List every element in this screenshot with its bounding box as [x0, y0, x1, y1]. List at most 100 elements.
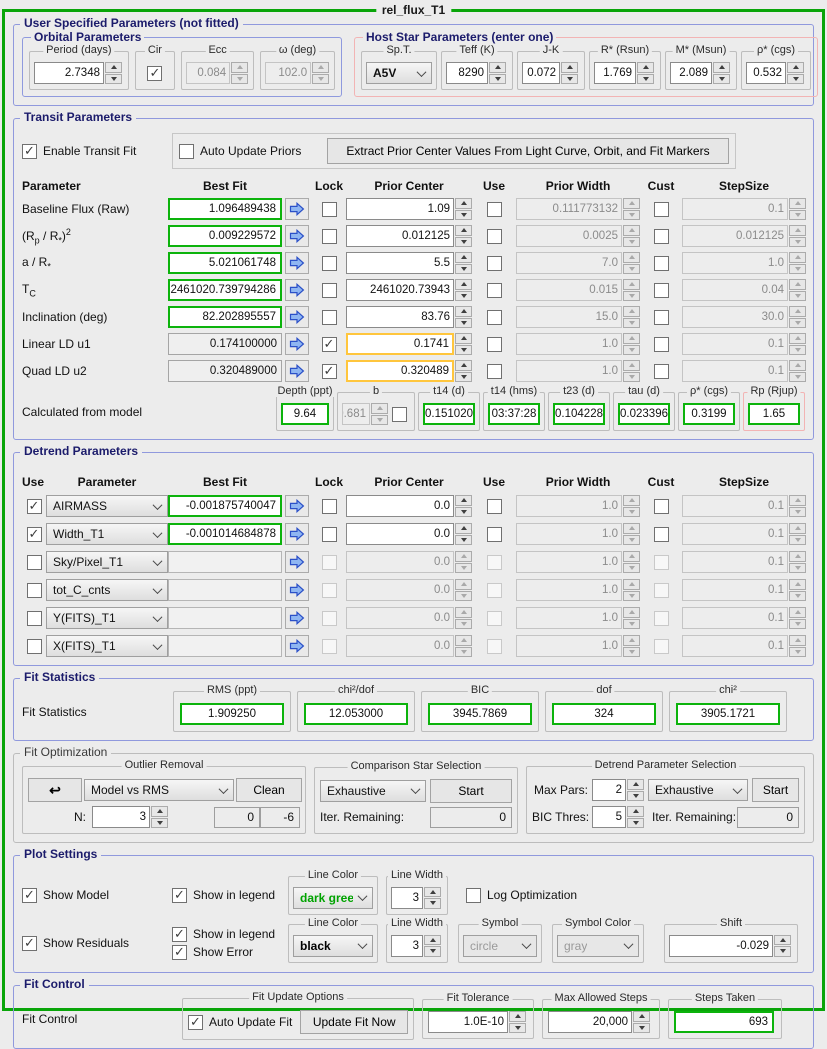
spinner-up-button[interactable]	[455, 252, 472, 263]
transfer-value-button[interactable]	[285, 225, 309, 247]
spinner-down-button[interactable]	[455, 263, 472, 274]
prior-center-spinner[interactable]: 0.320489	[346, 360, 472, 382]
transfer-value-button[interactable]	[285, 360, 309, 382]
spinner-down-button[interactable]	[455, 317, 472, 328]
jk-spinner-value[interactable]: 0.072	[522, 62, 560, 84]
detrend-parameter-dropdown[interactable]: Y(FITS)_T1	[46, 607, 168, 629]
model-line-color-dropdown[interactable]: dark green	[293, 886, 373, 909]
period-days-spinner[interactable]: 2.7348	[34, 62, 122, 84]
lock-checkbox[interactable]	[321, 282, 337, 298]
spinner-down-button[interactable]	[627, 817, 644, 828]
use-prior-checkbox[interactable]	[486, 363, 502, 379]
cust-stepsize-checkbox[interactable]	[653, 282, 669, 298]
n-sigma-spinner[interactable]: 3	[92, 806, 168, 828]
transfer-value-button[interactable]	[285, 306, 309, 328]
prior-center-spinner[interactable]: 0.012125	[346, 225, 472, 247]
use-prior-checkbox[interactable]	[486, 282, 502, 298]
use-prior-checkbox[interactable]	[486, 498, 502, 514]
spinner-down-button[interactable]	[455, 371, 472, 382]
prior-center-spinner-value[interactable]: 2461020.73943	[346, 279, 454, 301]
fit-tolerance-spinner-value[interactable]: 1.0E-10	[428, 1011, 508, 1033]
prior-center-spinner-value[interactable]: 0.320489	[346, 360, 454, 382]
detrend-parameter-dropdown[interactable]: Width_T1	[46, 523, 168, 545]
spinner-down-button[interactable]	[455, 534, 472, 545]
prior-center-spinner-value[interactable]: 0.0	[346, 523, 454, 545]
prior-center-spinner-value[interactable]: 0.1741	[346, 333, 454, 355]
lock-checkbox[interactable]	[321, 336, 337, 352]
rho-star-spinner[interactable]: 0.532	[746, 62, 804, 84]
use-prior-checkbox[interactable]	[486, 336, 502, 352]
log-optimization-checkbox[interactable]	[466, 887, 481, 903]
use-detrend-checkbox[interactable]	[26, 582, 42, 598]
comparison-method-dropdown[interactable]: Exhaustive	[320, 779, 426, 802]
use-detrend-checkbox[interactable]	[26, 526, 42, 542]
prior-center-spinner[interactable]: 1.09	[346, 198, 472, 220]
cust-stepsize-checkbox[interactable]	[653, 336, 669, 352]
outlier-method-dropdown[interactable]: Model vs RMS	[84, 779, 234, 801]
detrend-parameter-dropdown[interactable]: AIRMASS	[46, 495, 168, 517]
prior-center-spinner[interactable]: 2461020.73943	[346, 279, 472, 301]
shift-spinner-value[interactable]: -0.029	[669, 934, 773, 957]
spinner-up-button[interactable]	[787, 62, 804, 73]
spinner-up-button[interactable]	[633, 1011, 650, 1022]
spectral-type-dropdown[interactable]: A5V	[366, 62, 432, 84]
period-days-spinner-value[interactable]: 2.7348	[34, 62, 104, 84]
bic-thres-spinner[interactable]: 5	[592, 806, 644, 828]
max-pars-spinner-value[interactable]: 2	[592, 779, 626, 801]
comparison-start-button[interactable]: Start	[430, 778, 512, 803]
spinner-down-button[interactable]	[455, 506, 472, 517]
circular-orbit-checkbox[interactable]	[147, 65, 163, 81]
show-model-checkbox[interactable]	[22, 887, 37, 903]
spinner-down-button[interactable]	[637, 73, 654, 84]
spinner-up-button[interactable]	[455, 333, 472, 344]
teff-spinner-value[interactable]: 8290	[446, 62, 488, 84]
rho-star-spinner-value[interactable]: 0.532	[746, 62, 786, 84]
residuals-show-in-legend-checkbox[interactable]	[172, 926, 187, 942]
use-prior-checkbox[interactable]	[486, 228, 502, 244]
spinner-up-button[interactable]	[455, 495, 472, 506]
spinner-down-button[interactable]	[561, 73, 578, 84]
spinner-up-button[interactable]	[455, 523, 472, 534]
use-prior-checkbox[interactable]	[486, 201, 502, 217]
prior-center-spinner-value[interactable]: 5.5	[346, 252, 454, 274]
spinner-up-button[interactable]	[105, 62, 122, 73]
use-prior-checkbox[interactable]	[486, 309, 502, 325]
max-allowed-steps-spinner-value[interactable]: 20,000	[548, 1011, 632, 1033]
spinner-down-button[interactable]	[455, 290, 472, 301]
transfer-value-button[interactable]	[285, 495, 309, 517]
use-detrend-checkbox[interactable]	[26, 638, 42, 654]
max-allowed-steps-spinner[interactable]: 20,000	[548, 1011, 650, 1033]
cust-stepsize-checkbox[interactable]	[653, 498, 669, 514]
fit-tolerance-spinner[interactable]: 1.0E-10	[428, 1011, 526, 1033]
prior-center-spinner-value[interactable]: 0.0	[346, 495, 454, 517]
cust-stepsize-checkbox[interactable]	[653, 309, 669, 325]
transfer-value-button[interactable]	[285, 252, 309, 274]
lock-checkbox[interactable]	[321, 309, 337, 325]
transfer-value-button[interactable]	[285, 635, 309, 657]
auto-update-fit-checkbox[interactable]	[188, 1014, 203, 1030]
residuals-line-width-spinner-value[interactable]: 3	[391, 934, 423, 957]
enable-transit-fit-checkbox[interactable]	[22, 143, 37, 159]
extract-priors-button[interactable]: Extract Prior Center Values From Light C…	[327, 138, 729, 164]
model-line-width-spinner-value[interactable]: 3	[391, 886, 423, 909]
spinner-down-button[interactable]	[424, 898, 441, 909]
use-detrend-checkbox[interactable]	[26, 498, 42, 514]
mstar-spinner[interactable]: 2.089	[670, 62, 730, 84]
transfer-value-button[interactable]	[285, 607, 309, 629]
spinner-up-button[interactable]	[509, 1011, 526, 1022]
prior-center-spinner-value[interactable]: 0.012125	[346, 225, 454, 247]
model-show-in-legend-checkbox[interactable]	[172, 887, 187, 903]
prior-center-spinner[interactable]: 0.1741	[346, 333, 472, 355]
lock-checkbox[interactable]	[321, 201, 337, 217]
detrend-method-dropdown[interactable]: Exhaustive	[648, 779, 748, 801]
transfer-value-button[interactable]	[285, 333, 309, 355]
spinner-down-button[interactable]	[455, 236, 472, 247]
use-detrend-checkbox[interactable]	[26, 610, 42, 626]
spinner-down-button[interactable]	[509, 1022, 526, 1033]
n-sigma-spinner-value[interactable]: 3	[92, 806, 150, 828]
spinner-down-button[interactable]	[489, 73, 506, 84]
spinner-up-button[interactable]	[455, 360, 472, 371]
detrend-parameter-dropdown[interactable]: X(FITS)_T1	[46, 635, 168, 657]
spinner-down-button[interactable]	[105, 73, 122, 84]
mstar-spinner-value[interactable]: 2.089	[670, 62, 712, 84]
